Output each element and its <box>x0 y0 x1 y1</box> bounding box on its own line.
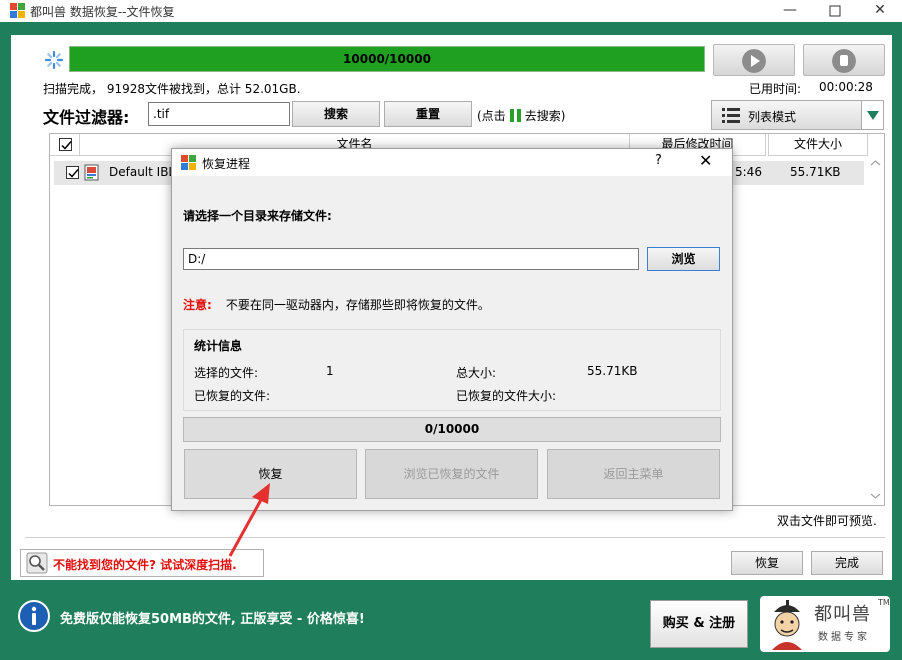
pause-icon <box>509 109 521 122</box>
app-icon <box>181 155 196 170</box>
stop-icon <box>832 49 856 73</box>
filter-label: 文件过滤器: <box>43 108 130 127</box>
header-select-all[interactable] <box>50 134 80 156</box>
minimize-button[interactable]: — <box>768 0 812 22</box>
deep-scan-link[interactable]: 不能找到您的文件? 试试深度扫描. <box>20 549 264 577</box>
maximize-button[interactable] <box>813 0 857 22</box>
promo-text: 免费版仅能恢复50MB的文件, 正版享受 - 价格惊喜! <box>60 612 365 627</box>
row-file-name: Default IBL <box>109 165 176 179</box>
dialog-title-bar: 恢复进程 ? ✕ <box>172 149 732 176</box>
hint-after: 去搜索) <box>524 109 566 123</box>
minimize-icon: — <box>783 2 797 18</box>
maximize-icon <box>829 5 841 17</box>
magnifier-icon <box>26 552 48 574</box>
dialog-close-button[interactable]: ✕ <box>699 151 712 170</box>
dialog-title: 恢复进程 <box>202 157 251 171</box>
elapsed-value: 00:00:28 <box>819 80 873 94</box>
preview-hint: 双击文件即可预览. <box>777 514 877 528</box>
close-icon: ✕ <box>874 2 886 18</box>
close-button[interactable]: ✕ <box>858 0 902 22</box>
promo-bar: 免费版仅能恢复50MB的文件, 正版享受 - 价格惊喜! 购买 & 注册 都叫兽… <box>0 592 902 660</box>
row-size: 55.71KB <box>790 165 841 179</box>
selected-files-label: 选择的文件: <box>194 366 259 380</box>
title-bar: 都叫兽 数据恢复--文件恢复 — ✕ <box>0 0 902 22</box>
mascot-icon <box>772 600 802 650</box>
row-modified: 5:46 <box>735 165 762 179</box>
stop-button[interactable] <box>803 44 885 76</box>
select-all-checkbox[interactable] <box>59 138 72 151</box>
trademark: TM <box>878 598 890 607</box>
play-button[interactable] <box>713 44 795 76</box>
recover-button[interactable]: 恢复 <box>731 551 803 575</box>
window-title: 都叫兽 数据恢复--文件恢复 <box>30 5 175 19</box>
deep-scan-text: 不能找到您的文件? 试试深度扫描. <box>53 558 237 572</box>
view-mode-dropdown[interactable] <box>861 101 883 129</box>
elapsed-label: 已用时间: <box>749 82 802 96</box>
drive-warning: 注意: 不要在同一驱动器内，存储那些即将恢复的文件。 <box>183 296 490 313</box>
buy-register-button[interactable]: 购买 & 注册 <box>650 600 748 648</box>
destination-path-input[interactable] <box>183 248 639 270</box>
brand-logo: 都叫兽 TM 数据专家 <box>760 596 890 652</box>
browse-recovered-button[interactable]: 浏览已恢复的文件 <box>365 449 538 499</box>
hint-before: (点击 <box>477 109 506 123</box>
recovered-size-label: 已恢复的文件大小: <box>456 389 557 403</box>
statistics-group: 统计信息 选择的文件: 1 总大小: 55.71KB 已恢复的文件: 已恢复的文… <box>183 329 721 411</box>
total-size-label: 总大小: <box>456 366 497 380</box>
recovery-progress-bar: 0/10000 <box>183 417 721 442</box>
spinner-icon <box>44 50 64 70</box>
warning-key: 注意: <box>183 298 212 312</box>
list-icon <box>722 108 740 123</box>
scan-progress-bar: 10000/10000 <box>69 46 705 72</box>
filter-input[interactable] <box>148 102 290 126</box>
divider <box>25 537 885 538</box>
view-mode-label: 列表模式 <box>748 110 797 124</box>
app-window: 都叫兽 数据恢复--文件恢复 — ✕ 10000/10000 扫描完成， 919… <box>0 0 902 660</box>
scan-status: 扫描完成， 91928文件被找到，总计 52.01GB. <box>43 82 301 96</box>
recovered-files-label: 已恢复的文件: <box>194 389 271 403</box>
brand-name: 都叫兽 <box>814 604 871 625</box>
recovery-dialog: 恢复进程 ? ✕ 请选择一个目录来存储文件: 浏览 注意: 不要在同一驱动器内，存… <box>171 148 733 511</box>
start-recover-button[interactable]: 恢复 <box>184 449 357 499</box>
brand-subtitle: 数据专家 <box>818 632 870 643</box>
selected-files-value: 1 <box>326 364 334 378</box>
view-mode-select[interactable]: 列表模式 <box>711 100 884 130</box>
vertical-scrollbar[interactable] <box>867 156 884 505</box>
app-icon <box>10 3 25 18</box>
reset-button[interactable]: 重置 <box>384 101 472 127</box>
chevron-down-icon <box>867 111 879 120</box>
finish-button[interactable]: 完成 <box>811 551 883 575</box>
statistics-header: 统计信息 <box>194 339 243 353</box>
column-size[interactable]: 文件大小 <box>768 134 868 156</box>
warning-text: 不要在同一驱动器内，存储那些即将恢复的文件。 <box>225 298 490 312</box>
play-icon <box>742 49 766 73</box>
info-icon <box>18 600 50 632</box>
directory-prompt: 请选择一个目录来存储文件: <box>183 209 332 223</box>
file-icon <box>84 164 99 181</box>
row-checkbox[interactable] <box>66 166 79 179</box>
main-menu-button[interactable]: 返回主菜单 <box>547 449 720 499</box>
help-button[interactable]: ? <box>655 153 662 168</box>
browse-button[interactable]: 浏览 <box>647 247 720 271</box>
total-size-value: 55.71KB <box>587 364 638 378</box>
search-hint: (点击 去搜索) <box>477 107 565 124</box>
search-button[interactable]: 搜索 <box>292 101 380 127</box>
